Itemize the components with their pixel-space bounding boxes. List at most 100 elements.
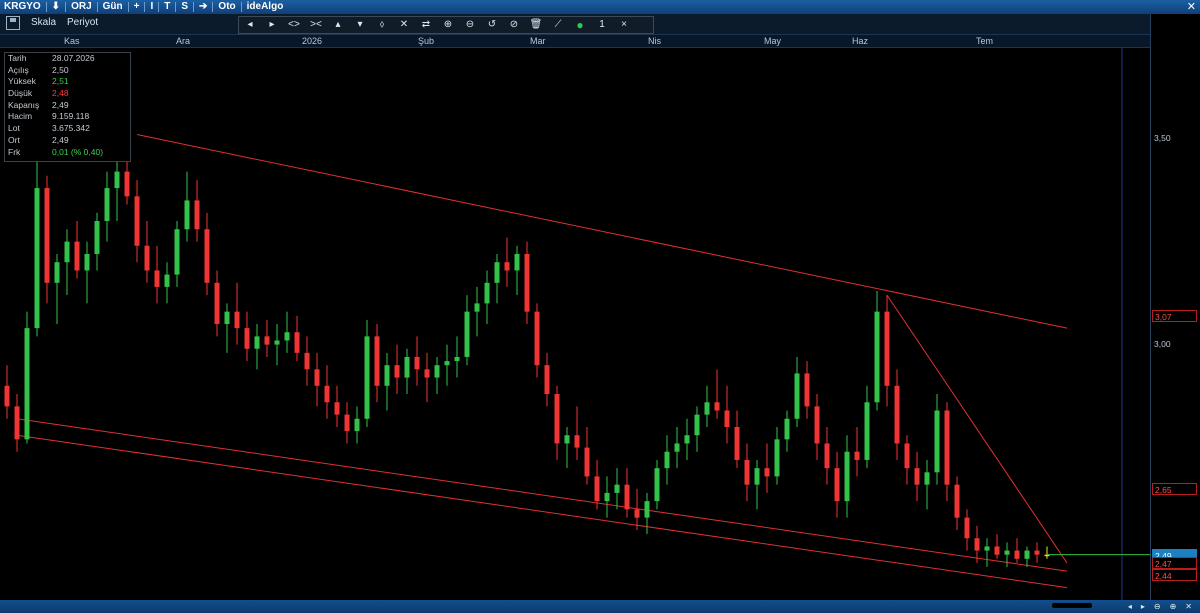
candle-body	[64, 241, 70, 263]
info-key: Düşük	[8, 88, 33, 99]
titlebar-item-4[interactable]: +	[130, 0, 144, 14]
candle-body	[194, 200, 200, 230]
candle-body	[464, 311, 470, 357]
trend-line	[16, 418, 1068, 572]
save-icon[interactable]	[6, 16, 20, 30]
candle-body	[624, 484, 630, 510]
tool-16[interactable]: 1	[591, 17, 613, 33]
candle-body	[974, 538, 980, 551]
titlebar-item-0[interactable]: KRGYO	[0, 0, 45, 14]
drawing-tools: ◂ ▸ <> >< ▴ ▾ ⬨ ✕ ⇄ ⊕ ⊖ ↺ ⊘ 🗑 ⟋ ● 1 ×	[238, 16, 654, 34]
titlebar-separator	[96, 2, 98, 12]
statusbar-icon-1[interactable]: ▸	[1141, 600, 1145, 613]
candle-body	[834, 468, 840, 502]
titlebar-item-3[interactable]: Gün	[99, 0, 127, 14]
candle-body	[604, 492, 610, 502]
tool-8[interactable]: ⇄	[415, 17, 437, 33]
tool-17[interactable]: ×	[613, 17, 635, 33]
tool-0[interactable]: ◂	[239, 17, 261, 33]
candle-body	[204, 229, 210, 283]
tool-2[interactable]: <>	[283, 17, 305, 33]
candle-body	[104, 188, 110, 222]
titlebar-separator	[212, 2, 214, 12]
candle-body	[1024, 550, 1030, 559]
tool-6[interactable]: ⬨	[371, 17, 393, 33]
titlebar-item-6[interactable]: T	[160, 0, 174, 14]
horizontal-scrollbar[interactable]	[1052, 603, 1092, 608]
titlebar-item-7[interactable]: S	[177, 0, 192, 14]
month-label: Şub	[418, 36, 435, 46]
candle-body	[314, 369, 320, 386]
price-axis: 3,50 3,00 3,07 2,65 2,49 2,47 2,44	[1150, 14, 1200, 600]
candle-body	[744, 459, 750, 485]
titlebar-separator	[240, 2, 242, 12]
titlebar-item-8[interactable]: ➔	[195, 0, 211, 14]
tool-3[interactable]: ><	[305, 17, 327, 33]
candle-body	[154, 270, 160, 287]
month-label: May	[764, 36, 782, 46]
window-titlebar: KRGYO ⬇ ORJ Gün + I T S ➔ Oto ideAlgo	[0, 0, 1200, 14]
tool-5[interactable]: ▾	[349, 17, 371, 33]
tool-11[interactable]: ↺	[481, 17, 503, 33]
tool-7[interactable]: ✕	[393, 17, 415, 33]
price-chart[interactable]	[0, 48, 1150, 600]
candle-body	[714, 402, 720, 411]
candle-body	[284, 332, 290, 341]
trend-line	[886, 294, 1068, 564]
candle-body	[694, 414, 700, 436]
candle-body	[484, 282, 490, 304]
info-value: 3.675.342	[52, 123, 90, 134]
info-value: 2,49	[52, 134, 69, 145]
titlebar-item-2[interactable]: ORJ	[67, 0, 96, 14]
info-row: Düşük 2,48	[5, 88, 130, 100]
tool-12[interactable]: ⊘	[503, 17, 525, 33]
trend-line	[136, 134, 1068, 329]
tool-9[interactable]: ⊕	[437, 17, 459, 33]
close-icon[interactable]: ✕	[1187, 0, 1196, 14]
candle-body	[504, 262, 510, 271]
tool-4[interactable]: ▴	[327, 17, 349, 33]
candle-body	[824, 443, 830, 469]
scale-button[interactable]: Skala	[31, 17, 56, 28]
candle-body	[944, 410, 950, 485]
candle-body	[454, 356, 460, 362]
candle-body	[124, 171, 130, 197]
tool-14[interactable]: ⟋	[547, 17, 569, 33]
candle-body	[354, 418, 360, 432]
info-value: 9.159.118	[52, 111, 90, 122]
window-controls: ✕	[1187, 0, 1196, 14]
tool-13[interactable]: 🗑	[525, 17, 547, 33]
titlebar-item-10[interactable]: ideAlgo	[243, 0, 288, 14]
tool-15[interactable]: ●	[569, 17, 591, 33]
titlebar-item-5[interactable]: I	[146, 0, 157, 14]
candle-body	[244, 328, 250, 349]
candle-body	[524, 253, 530, 312]
titlebar-separator	[193, 2, 195, 12]
candle-body	[654, 468, 660, 502]
candle-body	[34, 188, 40, 329]
statusbar-icon-4[interactable]: ✕	[1185, 600, 1192, 613]
tool-1[interactable]: ▸	[261, 17, 283, 33]
candle-body	[914, 468, 920, 485]
titlebar-item-1[interactable]: ⬇	[48, 0, 64, 14]
statusbar-icon-0[interactable]: ◂	[1128, 600, 1132, 613]
statusbar-icon-3[interactable]: ⊕	[1170, 600, 1177, 613]
candle-body	[24, 328, 30, 440]
candle-body	[894, 385, 900, 444]
titlebar-item-9[interactable]: Oto	[214, 0, 239, 14]
candle-body	[364, 336, 370, 419]
candle-body	[184, 200, 190, 230]
info-key: Frk	[8, 146, 21, 157]
candle-body	[444, 361, 450, 366]
candle-body	[234, 311, 240, 329]
candle-body	[704, 402, 710, 415]
statusbar-icon-2[interactable]: ⊖	[1154, 600, 1161, 613]
tool-10[interactable]: ⊖	[459, 17, 481, 33]
period-button[interactable]: Periyot	[67, 17, 98, 28]
info-row: Yüksek 2,51	[5, 76, 130, 88]
candle-body	[434, 365, 440, 378]
candle-body	[494, 262, 500, 283]
candle-body	[274, 340, 280, 345]
candle-body	[724, 410, 730, 427]
candle-body	[554, 394, 560, 444]
